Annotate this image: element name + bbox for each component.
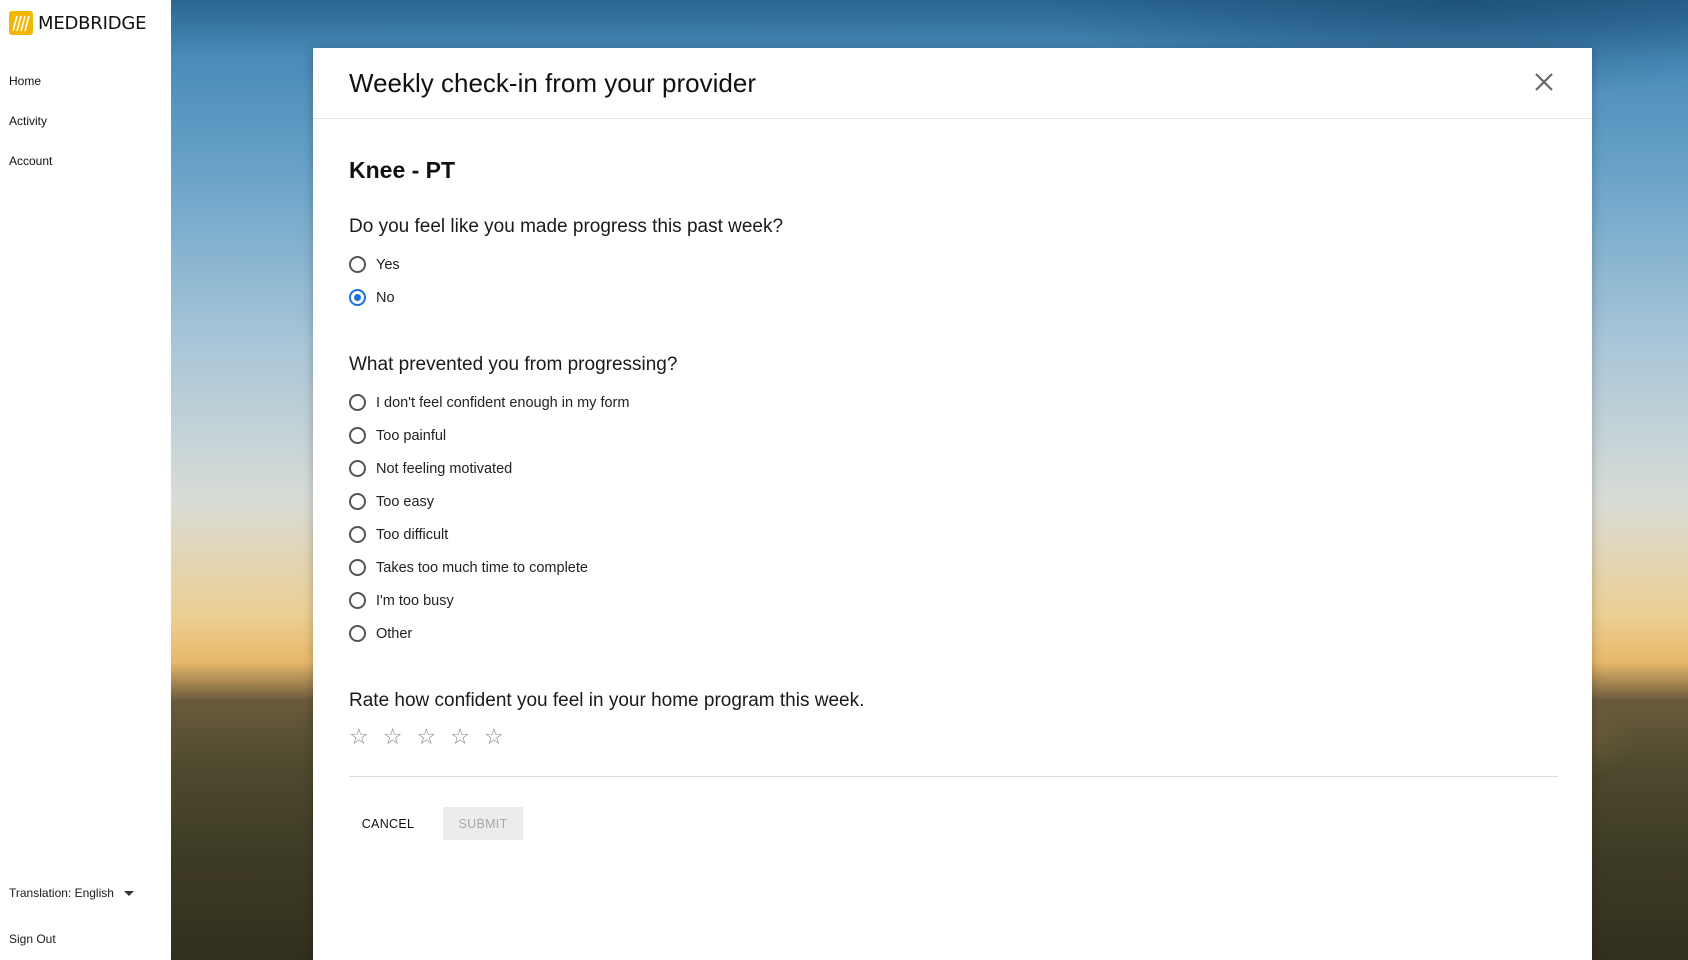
nav-home[interactable]: Home	[9, 74, 41, 88]
option-no[interactable]: No	[349, 281, 400, 314]
option-label: Other	[376, 625, 413, 642]
radio-button[interactable]	[349, 625, 366, 642]
option-label: Takes too much time to complete	[376, 559, 588, 576]
radio-button[interactable]	[349, 559, 366, 576]
star-icon-3[interactable]: ☆	[416, 726, 436, 748]
radio-button[interactable]	[349, 394, 366, 411]
modal-header: Weekly check-in from your provider	[313, 48, 1592, 119]
caret-down-icon	[123, 890, 134, 896]
cancel-button[interactable]: CANCEL	[349, 807, 427, 840]
sign-out-link[interactable]: Sign Out	[9, 932, 56, 946]
star-icon-5[interactable]: ☆	[484, 726, 504, 748]
translation-label: Translation: English	[9, 886, 114, 900]
section-title: Knee - PT	[349, 157, 456, 183]
radio-button[interactable]	[349, 526, 366, 543]
obstacle-options: I don't feel confident enough in my form…	[349, 386, 629, 650]
option-too-much-time[interactable]: Takes too much time to complete	[349, 551, 629, 584]
option-label: Too difficult	[376, 526, 449, 543]
option-too-painful[interactable]: Too painful	[349, 419, 629, 452]
option-too-easy[interactable]: Too easy	[349, 485, 629, 518]
option-not-motivated[interactable]: Not feeling motivated	[349, 452, 629, 485]
star-icon-1[interactable]: ☆	[349, 726, 369, 748]
option-label: No	[376, 289, 395, 306]
nav-account[interactable]: Account	[9, 154, 52, 168]
option-label: Too easy	[376, 493, 435, 510]
divider	[349, 776, 1558, 777]
option-too-difficult[interactable]: Too difficult	[349, 518, 629, 551]
question-confidence: Rate how confident you feel in your home…	[349, 690, 865, 711]
option-label: I'm too busy	[376, 592, 454, 609]
radio-button[interactable]	[349, 427, 366, 444]
star-icon-2[interactable]: ☆	[383, 726, 403, 748]
radio-button-checked[interactable]	[349, 289, 366, 306]
brand-name: MEDBRIDGE	[38, 12, 147, 34]
option-label: I don't feel confident enough in my form	[376, 394, 630, 411]
star-icon-4[interactable]: ☆	[450, 726, 470, 748]
sidebar: MEDBRIDGE Home Activity Account Translat…	[0, 0, 171, 960]
medbridge-logo-icon	[9, 11, 33, 35]
star-rating: ☆ ☆ ☆ ☆ ☆	[349, 726, 504, 748]
app: MEDBRIDGE Home Activity Account Translat…	[0, 0, 1688, 960]
check-in-modal: Weekly check-in from your provider Knee …	[313, 48, 1592, 960]
brand-logo[interactable]: MEDBRIDGE	[9, 11, 147, 35]
option-label: Not feeling motivated	[376, 460, 513, 477]
option-label: Yes	[376, 256, 400, 273]
radio-button[interactable]	[349, 460, 366, 477]
progress-options: Yes No	[349, 248, 400, 314]
option-too-busy[interactable]: I'm too busy	[349, 584, 629, 617]
radio-button[interactable]	[349, 256, 366, 273]
question-progress: Do you feel like you made progress this …	[349, 216, 784, 237]
modal-title: Weekly check-in from your provider	[349, 68, 756, 98]
radio-button[interactable]	[349, 493, 366, 510]
nav-activity[interactable]: Activity	[9, 114, 47, 128]
submit-button[interactable]: SUBMIT	[443, 807, 523, 840]
close-icon[interactable]	[1532, 70, 1556, 94]
radio-button[interactable]	[349, 592, 366, 609]
translation-dropdown[interactable]: Translation: English	[9, 886, 134, 900]
option-label: Too painful	[376, 427, 447, 444]
option-not-confident[interactable]: I don't feel confident enough in my form	[349, 386, 629, 419]
option-other[interactable]: Other	[349, 617, 629, 650]
question-obstacles: What prevented you from progressing?	[349, 354, 678, 375]
option-yes[interactable]: Yes	[349, 248, 400, 281]
